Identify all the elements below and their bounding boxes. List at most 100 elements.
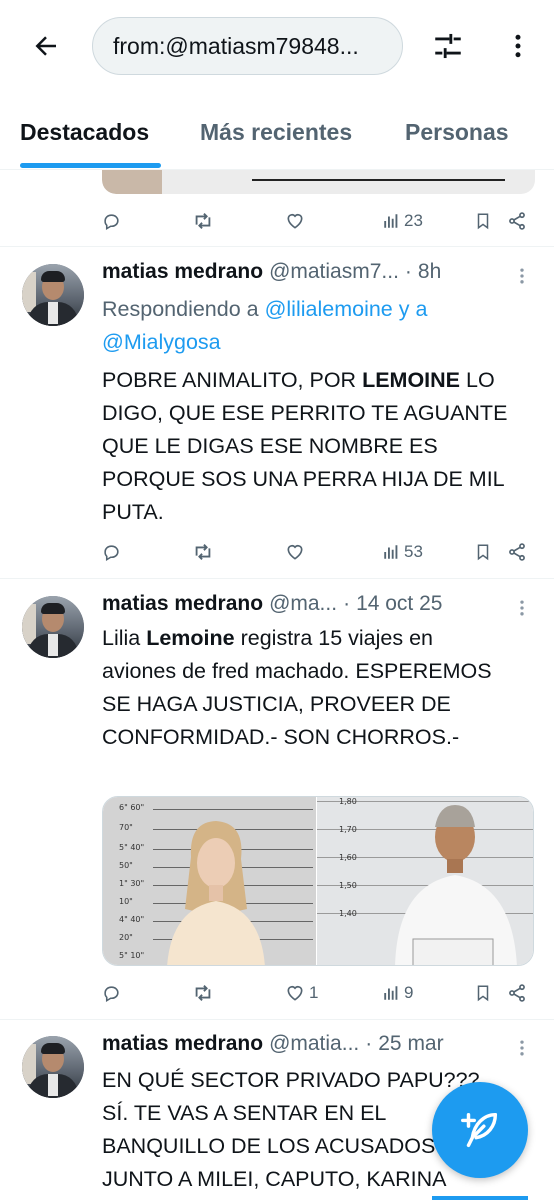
media-thumb — [102, 170, 162, 194]
more-vertical-icon — [520, 1040, 524, 1056]
user-handle[interactable]: @matiasm7... — [269, 260, 399, 284]
back-button[interactable] — [26, 26, 66, 66]
timestamp[interactable]: 14 oct 25 — [356, 592, 442, 616]
mention-link[interactable]: @lilialemoine — [265, 297, 393, 321]
highlighted-term: Lemoine — [146, 626, 235, 650]
mention-link[interactable]: @Mialygosa — [102, 330, 221, 354]
mugshot-left: 6" 60" 70" 5" 40" 50" 1" 30" 10" 4" 40" … — [103, 797, 316, 965]
reply-button[interactable] — [102, 537, 121, 567]
more-vertical-icon — [515, 34, 521, 58]
compose-tweet-button[interactable] — [432, 1082, 528, 1178]
reply-button[interactable] — [102, 978, 121, 1008]
bookmark-icon — [477, 544, 489, 561]
highlighted-term: LEMOINE — [362, 368, 461, 392]
display-name[interactable]: matias medrano — [102, 592, 263, 616]
timestamp[interactable]: 25 mar — [378, 1032, 443, 1056]
avatar[interactable] — [22, 596, 84, 658]
separator-dot: · — [365, 1032, 373, 1055]
tweet-actions: 53 — [102, 537, 532, 567]
display-name[interactable]: matias medrano — [102, 260, 263, 284]
feather-plus-icon — [461, 1112, 498, 1148]
chart-icon — [384, 214, 398, 228]
views-count: 23 — [404, 211, 423, 230]
timestamp[interactable]: 8h — [418, 260, 441, 284]
replying-and: y a — [392, 297, 428, 321]
more-vertical-icon — [520, 268, 524, 284]
scale-label: 1,50 — [339, 881, 357, 890]
media-line — [252, 179, 505, 181]
filter-button[interactable] — [428, 26, 468, 66]
retweet-icon — [195, 213, 211, 229]
user-handle[interactable]: @matia... — [269, 1032, 359, 1056]
search-tabs: Destacados Más recientes Personas — [0, 95, 554, 170]
scale-label: 1,40 — [339, 909, 357, 918]
top-bar: from:@matiasm79848... — [0, 0, 554, 95]
heart-icon — [287, 544, 303, 560]
search-input[interactable]: from:@matiasm79848... — [92, 17, 403, 75]
user-handle[interactable]: @ma... — [269, 592, 337, 616]
sliders-icon — [435, 33, 461, 59]
avatar[interactable] — [22, 264, 84, 326]
bookmark-button[interactable] — [474, 206, 492, 236]
tweet-text-part: Lilia — [102, 626, 147, 650]
retweet-button[interactable] — [192, 537, 214, 567]
tweet-media-image[interactable]: 6" 60" 70" 5" 40" 50" 1" 30" 10" 4" 40" … — [102, 796, 534, 966]
views-button[interactable]: 53 — [382, 537, 423, 567]
scale-label: 20" — [119, 933, 133, 942]
retweet-button[interactable] — [192, 206, 214, 236]
scale-label: 70" — [119, 823, 133, 832]
tweet-more-button[interactable] — [510, 596, 534, 620]
share-button[interactable] — [507, 537, 527, 567]
more-options-button[interactable] — [498, 26, 538, 66]
scale-line — [153, 809, 313, 810]
divider — [0, 578, 554, 579]
views-button[interactable]: 9 — [382, 978, 413, 1008]
previous-tweet-media[interactable] — [102, 170, 535, 194]
bookmark-button[interactable] — [474, 978, 492, 1008]
display-name[interactable]: matias medrano — [102, 1032, 263, 1056]
scale-label: 1" 30" — [119, 879, 145, 888]
bookmark-icon — [477, 985, 489, 1002]
scale-label: 10" — [119, 897, 133, 906]
reply-button[interactable] — [102, 206, 121, 236]
tweet-more-button[interactable] — [510, 264, 534, 288]
tweet-text[interactable]: Lilia Lemoine registra 15 viajes en avio… — [102, 622, 512, 754]
views-button[interactable]: 23 — [382, 206, 423, 236]
avatar[interactable] — [22, 1036, 84, 1098]
scale-label: 50" — [119, 861, 133, 870]
comment-icon — [104, 213, 119, 230]
mugshot-right: 1,80 1,70 1,60 1,50 1,40 — [317, 797, 533, 965]
like-button[interactable]: 1 — [285, 978, 318, 1008]
views-count: 9 — [404, 983, 414, 1002]
active-tab-indicator — [20, 163, 161, 168]
woman-figure — [167, 821, 265, 965]
more-vertical-icon — [520, 600, 524, 616]
tab-personas[interactable]: Personas — [405, 119, 509, 146]
bookmark-icon — [477, 213, 489, 230]
scale-label: 6" 60" — [119, 803, 145, 812]
chart-icon — [384, 986, 398, 1000]
like-button[interactable] — [285, 206, 305, 236]
bookmark-button[interactable] — [474, 537, 492, 567]
tab-mas-recientes[interactable]: Más recientes — [200, 119, 352, 146]
comment-icon — [104, 985, 119, 1002]
scale-label: 1,70 — [339, 825, 357, 834]
share-button[interactable] — [507, 978, 527, 1008]
retweet-button[interactable] — [192, 978, 214, 1008]
tab-destacados[interactable]: Destacados — [20, 119, 149, 146]
tweet-header: matias medrano @matia... · 25 mar — [102, 1032, 502, 1062]
tweet-text[interactable]: POBRE ANIMALITO, POR LEMOINE LO DIGO, QU… — [102, 364, 512, 529]
separator-dot: · — [343, 592, 351, 615]
replying-to-label: Respondiendo a — [102, 297, 265, 321]
man-figure — [395, 805, 517, 965]
share-button[interactable] — [507, 206, 527, 236]
retweet-icon — [195, 985, 211, 1001]
like-button[interactable] — [285, 537, 305, 567]
heart-icon — [287, 213, 303, 229]
search-query: from:@matiasm79848... — [113, 32, 359, 59]
tweet-more-button[interactable] — [510, 1036, 534, 1060]
comment-icon — [104, 544, 119, 561]
tweet-actions: 1 9 — [102, 978, 532, 1008]
previous-tweet-actions: 23 — [102, 206, 532, 236]
views-count: 53 — [404, 542, 423, 561]
